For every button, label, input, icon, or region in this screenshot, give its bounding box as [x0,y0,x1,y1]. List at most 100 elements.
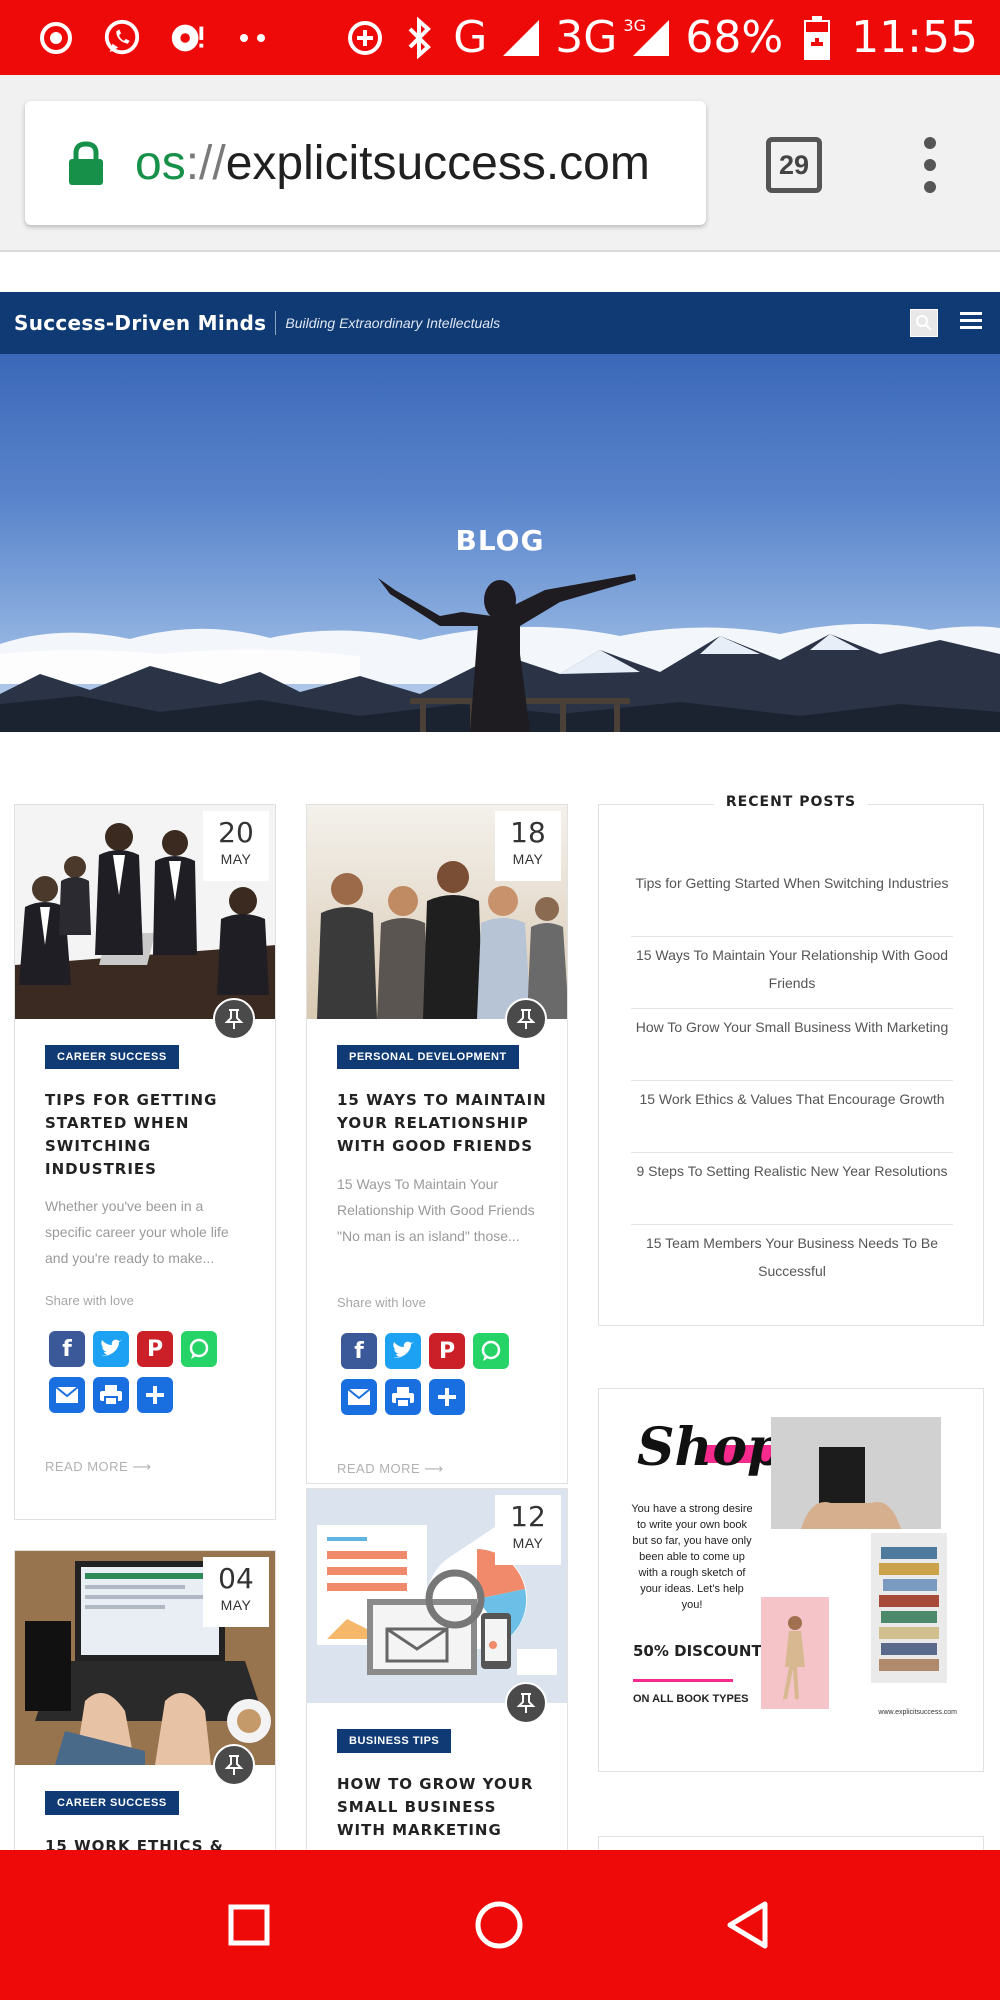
post-card[interactable]: 18 MAY PERSONAL DEVELOPMENT 15 WAYS TO M… [306,804,568,1484]
facebook-icon: f [354,1338,364,1364]
email-share-button[interactable] [49,1377,85,1413]
read-more-label: READ MORE [337,1461,421,1476]
print-icon [100,1385,122,1406]
twitter-icon [101,1339,122,1356]
whatsapp-icon [189,1338,209,1359]
post-card[interactable]: 20 MAY CAREER SUCCESS TIPS FOR GETTING S… [14,804,276,1520]
post-image[interactable]: 18 MAY [307,805,567,1019]
category-badge[interactable]: CAREER SUCCESS [45,1045,179,1069]
shop-body-text: You have a strong desire to write your o… [631,1503,753,1611]
shop-ad-banner[interactable]: Shop You have a strong desire to write y… [621,1417,961,1735]
date-day: 20 [218,816,254,849]
url-host: explicitsuccess.com [225,136,650,190]
post-image[interactable]: 20 MAY [15,805,275,1019]
date-badge: 04 MAY [203,1557,269,1627]
search-icon [916,315,932,331]
back-button[interactable] [714,1890,784,1960]
date-day: 04 [218,1562,254,1595]
signal-icon [501,18,541,58]
battery-icon [797,15,837,60]
share-row-2 [49,1377,173,1413]
recent-post-link[interactable]: Tips for Getting Started When Switching … [631,865,953,937]
recent-post-link[interactable]: 15 Work Ethics & Values That Encourage G… [631,1081,953,1153]
pinterest-icon: P [438,1338,456,1364]
tab-switcher-button[interactable]: 29 [766,137,822,193]
pinterest-share-button[interactable]: P [137,1331,173,1367]
url-scheme: os [135,136,186,190]
plus-icon [438,1388,456,1406]
search-button[interactable] [910,309,938,337]
share-row: f P [341,1333,509,1369]
recent-post-link[interactable]: 15 Team Members Your Business Needs To B… [631,1225,953,1297]
whatsapp-share-button[interactable] [473,1333,509,1369]
post-title[interactable]: TIPS FOR GETTING STARTED WHEN SWITCHING … [45,1089,255,1181]
menu-hamburger-button[interactable] [960,312,982,332]
pin-icon [213,998,255,1040]
post-title[interactable]: 15 WAYS TO MAINTAIN YOUR RELATIONSHIP WI… [337,1089,547,1158]
twitter-icon [393,1341,414,1358]
site-header: Success-Driven Minds Building Extraordin… [0,292,1000,354]
sync-disc-icon [168,18,208,58]
clock: 11:55 [851,12,978,63]
battery-percent: 68% [685,12,784,63]
date-month: MAY [512,1535,544,1551]
circle-icon [475,1901,523,1949]
screen: G 3G 3G 68% 11:55 os://explicitsuccess.c… [0,0,1000,2000]
pin-icon [505,1682,547,1724]
facebook-share-button[interactable]: f [49,1331,85,1367]
whatsapp-share-button[interactable] [181,1331,217,1367]
post-card[interactable]: 12 MAY BUSINESS TIPS HOW TO GROW YOUR SM… [306,1488,568,1870]
recent-apps-button[interactable] [214,1890,284,1960]
category-badge[interactable]: BUSINESS TIPS [337,1729,452,1753]
share-label: Share with love [45,1293,134,1308]
twitter-share-button[interactable] [385,1333,421,1369]
facebook-share-button[interactable]: f [341,1333,377,1369]
hero-banner: BLOG [0,354,1000,732]
post-image[interactable]: 12 MAY [307,1489,567,1703]
share-row: f P [49,1331,217,1367]
home-button[interactable] [464,1890,534,1960]
shop-book-types: ON ALL BOOK TYPES [633,1693,749,1705]
square-icon [228,1904,270,1946]
post-card[interactable]: 04 MAY CAREER SUCCESS 15 WORK ETHICS & [14,1550,276,1870]
print-share-button[interactable] [93,1377,129,1413]
pinterest-share-button[interactable]: P [429,1333,465,1369]
date-day: 18 [510,816,546,849]
site-title[interactable]: Success-Driven Minds [14,311,266,335]
print-share-button[interactable] [385,1379,421,1415]
category-badge[interactable]: CAREER SUCCESS [45,1791,179,1815]
recent-post-link[interactable]: How To Grow Your Small Business With Mar… [631,1009,953,1081]
shop-url: www.explicitsuccess.com [878,1709,957,1716]
browser-menu-button[interactable] [916,135,944,195]
site-tagline: Building Extraordinary Intellectuals [285,315,501,331]
pinterest-icon: P [146,1336,164,1362]
read-more-link[interactable]: READ MORE ⟶ [45,1459,152,1475]
email-icon [347,1388,371,1405]
category-badge[interactable]: PERSONAL DEVELOPMENT [337,1045,519,1069]
date-month: MAY [220,1597,252,1613]
facebook-icon: f [62,1336,72,1362]
network-type: G [453,12,488,63]
recent-posts-widget: RECENT POSTS Tips for Getting Started Wh… [598,794,984,1326]
address-bar[interactable]: os://explicitsuccess.com [25,101,706,225]
network-type-2: 3G [555,12,618,63]
post-title[interactable]: HOW TO GROW YOUR SMALL BUSINESS WITH MAR… [337,1773,547,1842]
recent-post-link[interactable]: 9 Steps To Setting Realistic New Year Re… [631,1153,953,1225]
recent-post-link[interactable]: 15 Ways To Maintain Your Relationship Wi… [631,937,953,1009]
add-share-button[interactable] [429,1379,465,1415]
status-bar: G 3G 3G 68% 11:55 [0,0,1000,75]
lock-icon [67,140,105,186]
date-month: MAY [512,851,544,867]
read-more-label: READ MORE [45,1459,129,1474]
print-icon [392,1387,414,1408]
email-share-button[interactable] [341,1379,377,1415]
read-more-link[interactable]: READ MORE ⟶ [337,1461,444,1477]
email-icon [55,1386,79,1403]
twitter-share-button[interactable] [93,1331,129,1367]
url-text[interactable]: os://explicitsuccess.com [135,136,650,191]
post-image[interactable]: 04 MAY [15,1551,275,1765]
add-share-button[interactable] [137,1377,173,1413]
share-row-2 [341,1379,465,1415]
recent-posts-title: RECENT POSTS [599,793,983,811]
url-separator: :// [185,136,226,190]
